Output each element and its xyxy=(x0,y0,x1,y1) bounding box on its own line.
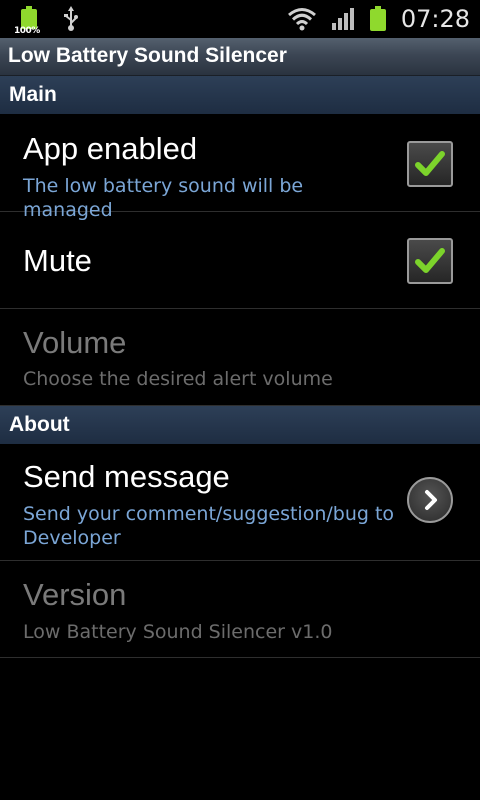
status-bar-clock: 07:28 xyxy=(400,5,470,33)
battery-notification: 100% xyxy=(14,2,44,36)
pref-volume-summary: Choose the desired alert volume xyxy=(23,368,333,390)
battery-percent-label: 100% xyxy=(14,26,40,36)
mute-checkbox[interactable] xyxy=(407,238,453,284)
pref-version-title: Version xyxy=(23,577,127,612)
send-message-arrow-button[interactable] xyxy=(407,477,453,523)
check-mark-icon xyxy=(415,248,445,273)
category-main: Main xyxy=(0,76,480,114)
screen: 100% 07:28 Low Battery Sound Silencer Ma… xyxy=(0,0,480,800)
pref-send-message-title: Send message xyxy=(23,459,230,494)
pref-volume: Volume Choose the desired alert volume xyxy=(0,309,480,406)
pref-app-enabled-title: App enabled xyxy=(23,131,198,166)
pref-send-message[interactable]: Send message Send your comment/suggestio… xyxy=(0,444,480,561)
title-bar: Low Battery Sound Silencer xyxy=(0,38,480,76)
category-about: About xyxy=(0,406,480,444)
pref-send-message-summary: Send your comment/suggestion/bug to Deve… xyxy=(23,503,395,549)
app-title: Low Battery Sound Silencer xyxy=(8,44,287,67)
category-main-label: Main xyxy=(9,83,57,106)
status-bar-notifications: 100% xyxy=(14,0,78,38)
pref-mute-title: Mute xyxy=(23,243,92,278)
status-bar: 100% 07:28 xyxy=(0,0,480,38)
pref-version: Version Low Battery Sound Silencer v1.0 xyxy=(0,561,480,658)
usb-icon xyxy=(64,6,78,31)
app-enabled-checkbox[interactable] xyxy=(407,141,453,187)
category-about-label: About xyxy=(9,413,70,436)
check-mark-icon xyxy=(415,151,445,176)
chevron-right-icon xyxy=(425,490,437,510)
pref-version-summary: Low Battery Sound Silencer v1.0 xyxy=(23,621,333,643)
battery-icon xyxy=(369,6,386,31)
status-bar-system: 07:28 xyxy=(273,0,470,38)
pref-mute[interactable]: Mute xyxy=(0,212,480,309)
pref-app-enabled[interactable]: App enabled The low battery sound will b… xyxy=(0,114,480,221)
signal-bars-icon xyxy=(331,8,354,30)
pref-volume-title: Volume xyxy=(23,325,127,360)
wifi-icon xyxy=(287,8,316,31)
